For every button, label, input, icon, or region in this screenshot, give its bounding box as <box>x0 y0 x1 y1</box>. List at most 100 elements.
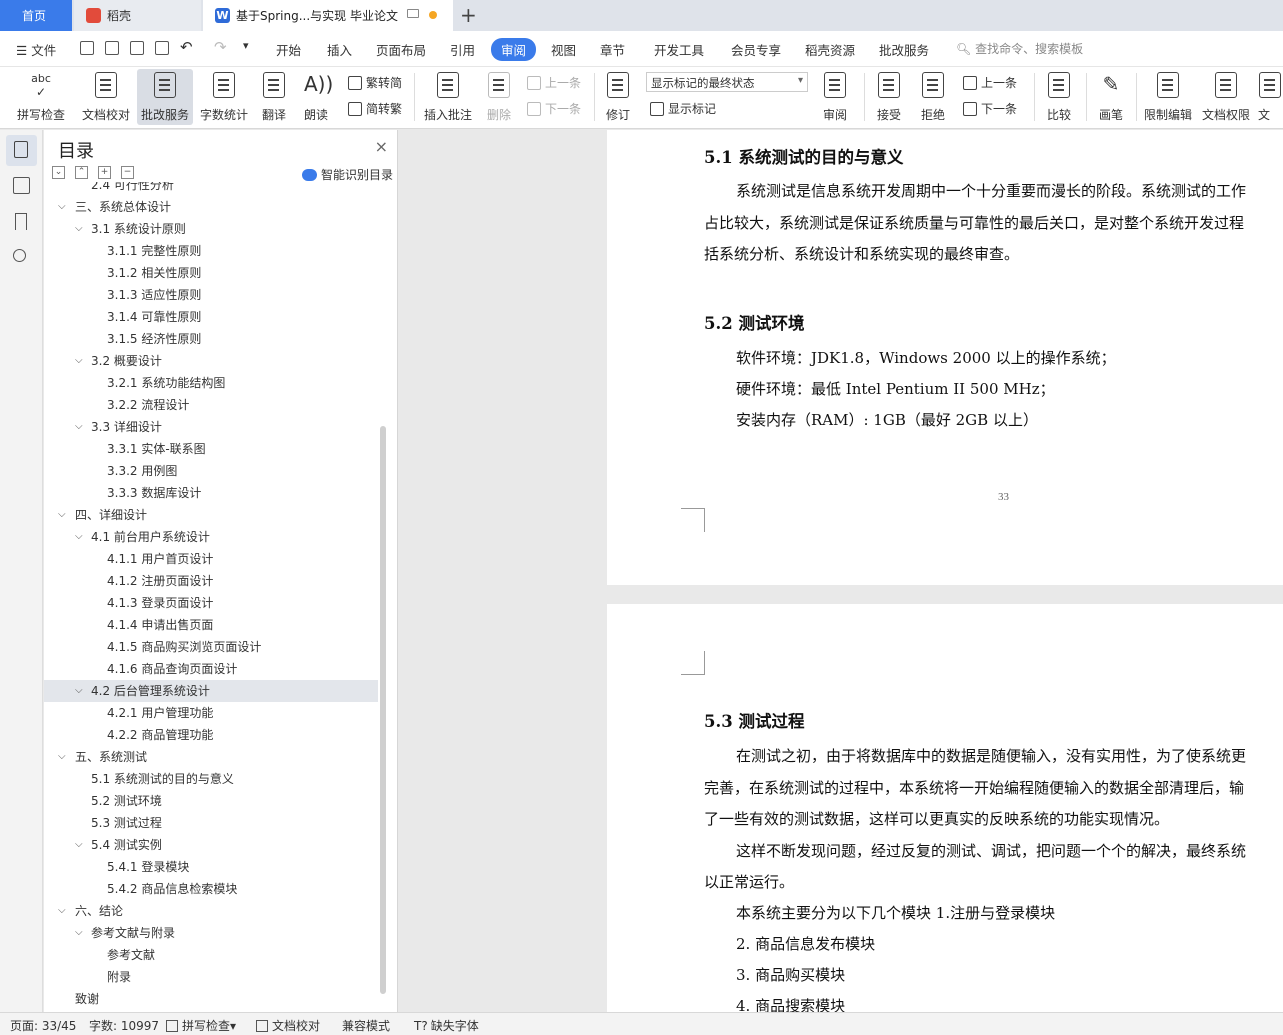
chevron-down-icon[interactable]: ⌵ <box>75 922 83 944</box>
prev-comment-button[interactable]: 上一条 <box>527 74 581 91</box>
delete-comment-button[interactable]: 删除 <box>480 69 518 125</box>
simp-to-trad-button[interactable]: 简转繁 <box>348 100 402 117</box>
toc-item[interactable]: 附录 <box>44 966 378 988</box>
spell-check-button[interactable]: abc ✓ 拼写检查 <box>10 69 72 125</box>
toc-item[interactable]: ⌵ 四、详细设计 <box>44 504 378 526</box>
toc-item[interactable]: ⌵ 4.1 前台用户系统设计 <box>44 526 378 548</box>
export-pdf-icon[interactable] <box>105 41 119 55</box>
toc-item[interactable]: 4.1.6 商品查询页面设计 <box>44 658 378 680</box>
smart-toc-button[interactable]: 智能识别目录 <box>301 166 393 183</box>
toc-item[interactable]: 5.2 测试环境 <box>44 790 378 812</box>
doc-extra-button[interactable]: 文 <box>1258 69 1283 125</box>
toc-item[interactable]: 3.1.2 相关性原则 <box>44 262 378 284</box>
correction-service-button[interactable]: 批改服务 <box>137 69 193 125</box>
customize-quick-icon[interactable]: ▾ <box>243 39 249 52</box>
next-comment-button[interactable]: 下一条 <box>527 100 581 117</box>
chevron-down-icon[interactable]: ⌵ <box>58 196 66 218</box>
toc-item[interactable]: 3.2.1 系统功能结构图 <box>44 372 378 394</box>
chevron-down-icon[interactable]: ⌵ <box>75 350 83 372</box>
translate-button[interactable]: 翻译 <box>256 69 292 125</box>
command-search[interactable]: 🔍︎ 查找命令、搜索模板 <box>956 40 1083 57</box>
missing-font-status[interactable]: T? 缺失字体 <box>414 1017 479 1034</box>
toc-item[interactable]: 3.3.2 用例图 <box>44 460 378 482</box>
toc-panel-icon[interactable] <box>6 135 37 166</box>
chevron-down-icon[interactable]: ⌵ <box>75 218 83 240</box>
toc-item[interactable]: 3.2.2 流程设计 <box>44 394 378 416</box>
new-tab-button[interactable]: + <box>460 4 477 26</box>
chevron-down-icon[interactable]: ⌵ <box>58 900 66 922</box>
menu-tab-2[interactable]: 页面布局 <box>376 40 426 59</box>
spell-check-status[interactable]: 拼写检查 ▾ <box>166 1017 236 1034</box>
chevron-down-icon[interactable]: ⌵ <box>75 416 83 438</box>
reject-button[interactable]: 拒绝 <box>914 69 952 125</box>
toc-item[interactable]: ⌵ 3.2 概要设计 <box>44 350 378 372</box>
menu-tab-8[interactable]: 会员专享 <box>731 40 781 59</box>
pen-button[interactable]: ✎ 画笔 <box>1094 69 1128 125</box>
toc-item[interactable]: 2.4 可行性分析 <box>44 182 378 196</box>
toc-item[interactable]: ⌵ 5.4 测试实例 <box>44 834 378 856</box>
toc-item[interactable]: 3.3.1 实体-联系图 <box>44 438 378 460</box>
collapse-all-icon[interactable]: ⌄ <box>52 166 65 179</box>
tab-document[interactable]: W 基于Spring...与实现 毕业论文 <box>203 0 453 31</box>
toc-item[interactable]: 5.3 测试过程 <box>44 812 378 834</box>
doc-check-button[interactable]: 文档校对 <box>79 69 133 125</box>
chevron-down-icon[interactable]: ⌵ <box>75 834 83 856</box>
doc-permission-button[interactable]: 文档权限 <box>1200 69 1252 125</box>
toc-item[interactable]: ⌵ 3.3 详细设计 <box>44 416 378 438</box>
toc-item[interactable]: 3.1.1 完整性原则 <box>44 240 378 262</box>
chapter-nav-icon[interactable] <box>13 177 30 194</box>
prev-change-button[interactable]: 上一条 <box>963 74 1017 91</box>
menu-tab-3[interactable]: 引用 <box>450 40 475 59</box>
save-icon[interactable] <box>80 41 94 55</box>
toc-item[interactable]: ⌵ 五、系统测试 <box>44 746 378 768</box>
toc-item[interactable]: 3.1.3 适应性原则 <box>44 284 378 306</box>
menu-tab-7[interactable]: 开发工具 <box>654 40 704 59</box>
toc-item[interactable]: 4.1.5 商品购买浏览页面设计 <box>44 636 378 658</box>
toc-item[interactable]: 3.1.5 经济性原则 <box>44 328 378 350</box>
toc-item[interactable]: 4.1.4 申请出售页面 <box>44 614 378 636</box>
chevron-down-icon[interactable]: ⌵ <box>58 504 66 526</box>
show-markup-button[interactable]: 显示标记 <box>650 100 716 117</box>
menu-tab-6[interactable]: 章节 <box>600 40 625 59</box>
redo-icon[interactable]: ↷ <box>214 38 227 56</box>
toc-item[interactable]: 5.4.1 登录模块 <box>44 856 378 878</box>
close-icon[interactable]: × <box>375 137 388 156</box>
toc-scrollbar[interactable] <box>380 426 386 994</box>
page-indicator[interactable]: 页面: 33/45 <box>10 1017 76 1034</box>
compare-button[interactable]: 比较 <box>1040 69 1078 125</box>
toc-item[interactable]: ⌵ 3.1 系统设计原则 <box>44 218 378 240</box>
insert-comment-button[interactable]: 插入批注 <box>422 69 474 125</box>
restrict-edit-button[interactable]: 限制编辑 <box>1142 69 1194 125</box>
toc-item[interactable]: 5.4.2 商品信息检索模块 <box>44 878 378 900</box>
track-changes-button[interactable]: 修订 <box>600 69 636 125</box>
menu-tab-1[interactable]: 插入 <box>327 40 352 59</box>
next-change-button[interactable]: 下一条 <box>963 100 1017 117</box>
undo-icon[interactable]: ↶ <box>180 38 193 56</box>
print-icon[interactable] <box>130 41 144 55</box>
tab-home[interactable]: 首页 <box>0 0 72 31</box>
word-count-status[interactable]: 字数: 10997 <box>89 1017 159 1034</box>
accept-button[interactable]: 接受 <box>870 69 908 125</box>
toc-item[interactable]: 4.2.2 商品管理功能 <box>44 724 378 746</box>
document-canvas[interactable]: 5.1 系统测试的目的与意义 系统测试是信息系统开发周期中一个十分重要而漫长的阶… <box>399 130 1283 1012</box>
toc-item[interactable]: 4.1.1 用户首页设计 <box>44 548 378 570</box>
read-aloud-button[interactable]: A)) 朗读 <box>300 69 333 125</box>
menu-tab-0[interactable]: 开始 <box>276 40 301 59</box>
chevron-down-icon[interactable]: ⌵ <box>75 526 83 548</box>
review-pane-button[interactable]: 审阅 <box>816 69 854 125</box>
add-heading-icon[interactable]: + <box>98 166 111 179</box>
file-menu[interactable]: ☰ 文件 <box>16 40 56 59</box>
toc-item[interactable]: ⌵ 参考文献与附录 <box>44 922 378 944</box>
toc-item[interactable]: 致谢 <box>44 988 378 1008</box>
toc-item[interactable]: ⌵ 4.2 后台管理系统设计 <box>44 680 378 702</box>
print-preview-icon[interactable] <box>155 41 169 55</box>
markup-state-select[interactable]: 显示标记的最终状态 <box>646 72 808 92</box>
trad-to-simp-button[interactable]: 繁转简 <box>348 74 402 91</box>
menu-tab-5[interactable]: 视图 <box>551 40 576 59</box>
toc-item[interactable]: 4.2.1 用户管理功能 <box>44 702 378 724</box>
menu-tab-9[interactable]: 稻壳资源 <box>805 40 855 59</box>
window-icon[interactable] <box>407 9 419 18</box>
search-icon[interactable] <box>13 249 26 262</box>
tab-docer[interactable]: 稻壳 <box>74 0 201 31</box>
menu-tab-10[interactable]: 批改服务 <box>879 40 929 59</box>
